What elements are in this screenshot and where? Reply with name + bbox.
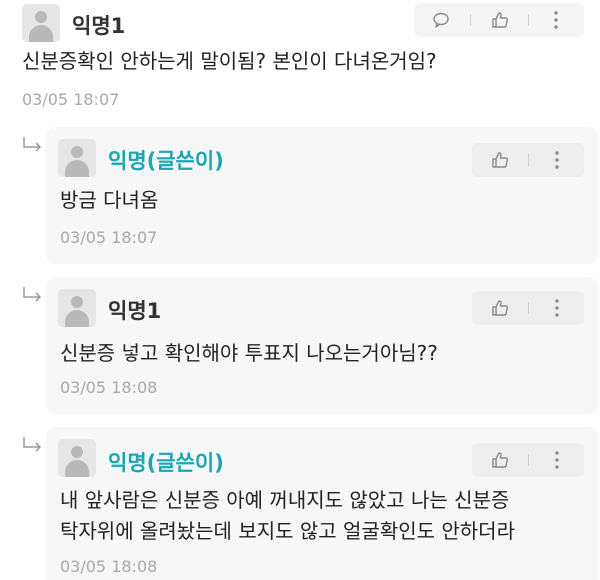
comment-author: 익명1 <box>72 14 126 38</box>
comment-time: 03/05 18:07 <box>22 90 120 109</box>
thumbs-up-icon[interactable] <box>490 10 510 30</box>
reply-card: 익명1 신분증 넣고 확인해야 투표지 나오는거아님?? 03/05 18:08 <box>46 277 598 414</box>
more-vertical-icon[interactable] <box>553 10 559 30</box>
reply-author: 익명1 <box>108 299 162 323</box>
anonymous-avatar-icon <box>58 139 96 177</box>
reply-card: 익명(글쓴이) 내 앞사람은 신분증 아예 꺼내지도 않았고 나는 신분증 탁자… <box>46 427 598 580</box>
reply-time: 03/05 18:08 <box>60 378 158 397</box>
reply-actions <box>472 291 584 325</box>
reply-actions <box>472 143 584 177</box>
reply-time: 03/05 18:08 <box>60 557 158 576</box>
comment-icon[interactable] <box>432 11 450 29</box>
reply-card: 익명(글쓴이) 방금 다녀옴 03/05 18:07 <box>46 127 598 264</box>
more-vertical-icon[interactable] <box>554 150 560 170</box>
reply-text-line: 내 앞사람은 신분증 아예 꺼내지도 않았고 나는 신분증 <box>60 488 510 512</box>
reply-author: 익명(글쓴이) <box>108 451 224 475</box>
comment-text: 신분증확인 안하는게 말이됨? 본인이 다녀온거임? <box>22 49 437 73</box>
reply-arrow-icon <box>23 137 42 152</box>
reply-time: 03/05 18:07 <box>60 228 158 247</box>
thumbs-up-icon[interactable] <box>490 150 510 170</box>
reply-text-line: 신분증 넣고 확인해야 투표지 나오는거아님?? <box>60 341 438 365</box>
reply-actions <box>472 443 584 477</box>
thumbs-up-icon[interactable] <box>490 298 510 318</box>
comment-actions <box>414 3 584 37</box>
more-vertical-icon[interactable] <box>554 298 560 318</box>
anonymous-avatar-icon <box>58 439 96 477</box>
reply-author: 익명(글쓴이) <box>108 149 224 173</box>
more-vertical-icon[interactable] <box>554 450 560 470</box>
anonymous-avatar-icon <box>58 289 96 327</box>
anonymous-avatar-icon <box>22 4 60 42</box>
reply-text-line: 탁자위에 올려놨는데 보지도 않고 얼굴확인도 안하더라 <box>60 519 515 543</box>
reply-text-line: 방금 다녀옴 <box>60 188 159 212</box>
reply-arrow-icon <box>23 287 42 302</box>
reply-arrow-icon <box>23 437 42 452</box>
thumbs-up-icon[interactable] <box>490 450 510 470</box>
